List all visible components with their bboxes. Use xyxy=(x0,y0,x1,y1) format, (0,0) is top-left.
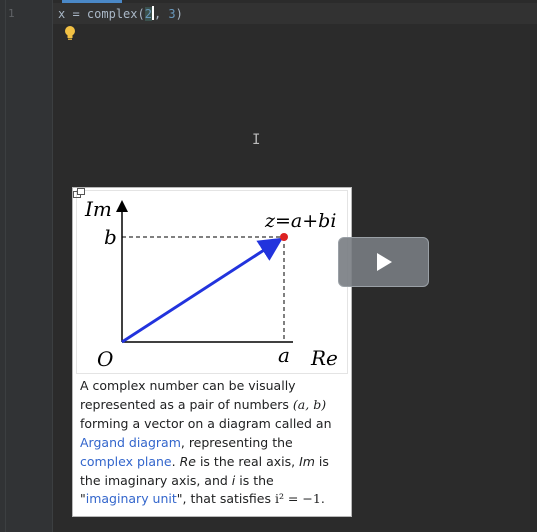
diagram-caption: A complex number can be visually represe… xyxy=(80,377,342,509)
caption-im: Im xyxy=(299,453,315,469)
label-im: Im xyxy=(84,197,112,221)
line-gutter: 1 xyxy=(0,0,53,532)
line-number: 1 xyxy=(8,7,15,20)
function-name: complex xyxy=(86,7,138,21)
code-line[interactable]: x = complex(2, 3) xyxy=(58,6,183,21)
label-a: a xyxy=(278,343,290,367)
link-argand-diagram[interactable]: Argand diagram xyxy=(80,435,181,450)
assign-operator: = xyxy=(65,7,87,21)
arg-separator: , xyxy=(153,7,169,21)
label-b: b xyxy=(104,225,117,249)
caption-text: . xyxy=(171,453,180,469)
lightbulb-icon[interactable] xyxy=(63,24,77,42)
vector-z xyxy=(121,237,284,344)
play-button[interactable] xyxy=(338,237,429,287)
math-equation: i² = −1 xyxy=(274,491,321,507)
link-complex-plane[interactable]: complex plane xyxy=(80,454,172,469)
caption-text: A complex number can be visually represe… xyxy=(80,378,296,412)
play-icon xyxy=(377,253,392,271)
caption-text: forming a vector on a diagram called an xyxy=(80,415,332,431)
caption-re: Re xyxy=(179,453,196,469)
enlarge-icon[interactable] xyxy=(73,188,85,198)
link-imaginary-unit[interactable]: imaginary unit xyxy=(86,491,177,506)
close-paren: ) xyxy=(175,7,183,21)
documentation-popup: Im b z=a+bi O a Re A complex number can … xyxy=(72,187,352,517)
label-origin: O xyxy=(97,347,113,371)
caption-text: , representing the xyxy=(180,434,293,450)
label-z: z=a+bi xyxy=(264,210,336,232)
open-paren: ( xyxy=(137,7,145,21)
math-pair: (a, b) xyxy=(292,396,327,412)
caption-text: . xyxy=(320,491,325,507)
argand-diagram: Im b z=a+bi O a Re xyxy=(84,197,338,371)
arg-imag: 3 xyxy=(168,7,176,21)
caption-text: ", that satisfies xyxy=(176,491,275,507)
label-re: Re xyxy=(310,346,338,370)
point-z xyxy=(280,233,288,241)
text-cursor-icon: I xyxy=(252,132,261,148)
arg-real: 2 xyxy=(144,7,152,21)
caption-text: is the real axis, xyxy=(195,453,300,469)
